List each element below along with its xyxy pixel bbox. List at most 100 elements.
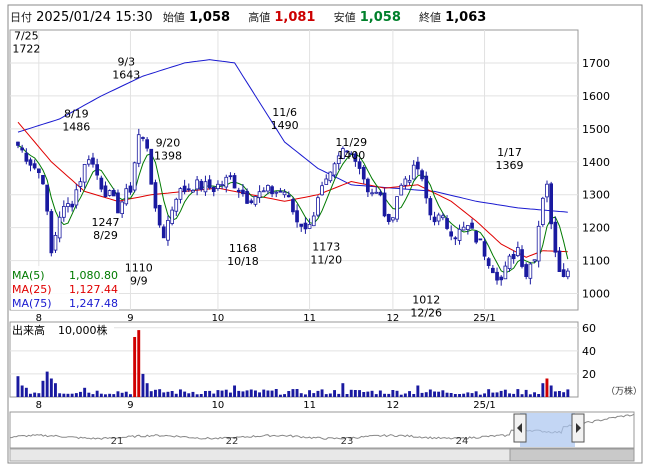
candle-body <box>120 201 124 215</box>
candle-body <box>245 190 249 204</box>
candle-body <box>157 204 162 226</box>
open-label: 始値 <box>162 11 185 24</box>
annotation-date: 12/26 <box>410 307 442 320</box>
candle-body <box>411 164 416 180</box>
high-label: 高値 <box>248 11 271 24</box>
low-label: 安値 <box>333 11 356 24</box>
candle-body <box>153 182 158 209</box>
ma5-value: 1,080.80 <box>69 269 118 282</box>
range-navigator[interactable]: 21 22 23 24 <box>9 411 635 449</box>
volume-bar <box>503 389 507 397</box>
candle-body <box>282 191 287 196</box>
candle-body <box>91 157 95 165</box>
volume-x-tick-label: 25/1 <box>473 400 495 411</box>
annotation-value: 1168 <box>229 242 257 255</box>
candle-body <box>161 226 166 239</box>
candle-body <box>87 159 91 165</box>
volume-bar <box>62 393 66 397</box>
annotation-value: 1490 <box>271 119 299 132</box>
volume-bar <box>337 393 341 397</box>
candle-body <box>428 198 433 216</box>
candle-body <box>136 134 141 164</box>
navigator-scrollbar[interactable] <box>9 448 635 462</box>
candle-body <box>57 216 62 239</box>
candle-body <box>286 195 291 198</box>
volume-bar <box>179 389 182 397</box>
navigator-left-handle[interactable] <box>513 413 527 443</box>
volume-bar <box>299 393 303 397</box>
candle-body <box>216 183 220 190</box>
candle-body <box>395 196 399 220</box>
candle-body <box>461 226 466 231</box>
volume-bar <box>424 392 428 397</box>
volume-bar <box>449 393 453 397</box>
candle-body <box>511 253 516 260</box>
volume-bar <box>49 378 53 397</box>
volume-bar <box>24 387 28 397</box>
volume-bar <box>528 394 532 397</box>
volume-bar <box>45 371 49 397</box>
scrollbar-thumb[interactable] <box>509 448 635 462</box>
open-value: 1,058 <box>188 10 231 25</box>
volume-bar <box>562 392 566 397</box>
candle-body <box>486 258 491 267</box>
candle-body <box>307 223 312 229</box>
candle-body <box>178 188 183 200</box>
candle-body <box>440 215 445 219</box>
candle-body <box>407 179 412 183</box>
volume-bar <box>224 389 228 397</box>
volume-bar <box>99 393 103 397</box>
volume-bar <box>104 394 107 397</box>
ma25-value: 1,127.44 <box>69 283 118 296</box>
volume-bar <box>220 390 224 397</box>
candle-body <box>520 249 524 267</box>
volume-bar <box>79 391 82 397</box>
candle-body <box>453 237 458 240</box>
candle-body <box>415 161 420 170</box>
volume-bar <box>470 393 474 397</box>
volume-bar <box>466 392 470 397</box>
volume-bar <box>553 391 557 397</box>
volume-bar <box>341 383 345 397</box>
candle-body <box>78 181 83 187</box>
candle-body <box>270 186 274 195</box>
volume-x-tick-label: 12 <box>387 400 400 411</box>
volume-bar <box>158 389 162 397</box>
price-tick-label: 1000 <box>582 288 610 301</box>
candle-body <box>332 163 337 176</box>
annotation-value: 1247 <box>91 216 119 229</box>
candle-body <box>82 163 87 183</box>
candle-body <box>478 238 483 241</box>
volume-bar <box>204 391 207 397</box>
volume-bar <box>274 389 278 397</box>
volume-bar <box>512 393 516 397</box>
navigator-selection[interactable] <box>520 413 575 447</box>
candle-body <box>62 205 66 218</box>
price-tick-label: 1400 <box>582 156 610 169</box>
volume-bar <box>137 330 141 397</box>
candle-body <box>320 185 324 196</box>
volume-bar <box>320 389 324 397</box>
annotation-date: 9/20 <box>156 136 181 149</box>
candle-body <box>220 184 224 186</box>
volume-bar <box>312 393 316 397</box>
annotation-value: 1722 <box>12 43 40 56</box>
volume-bar <box>208 390 212 397</box>
candle-body <box>74 189 79 206</box>
candle-body <box>528 263 533 279</box>
candle-body <box>436 214 441 222</box>
volume-bar <box>183 391 187 397</box>
candle-body <box>232 175 237 189</box>
volume-tick-label: 20 <box>582 368 596 381</box>
volume-bar <box>254 390 257 397</box>
navigator-right-handle[interactable] <box>571 413 585 443</box>
annotation-value: 1012 <box>412 294 440 307</box>
volume-bar <box>166 391 170 397</box>
ma-legend: MA(5) 1,080.80 MA(25) 1,127.44 MA(75) 1,… <box>11 266 119 310</box>
volume-bar <box>291 389 295 397</box>
candle-body <box>399 184 404 196</box>
volume-bar <box>566 389 570 397</box>
volume-bar <box>487 389 491 397</box>
candle-body <box>20 147 25 151</box>
volume-bar <box>353 390 357 397</box>
